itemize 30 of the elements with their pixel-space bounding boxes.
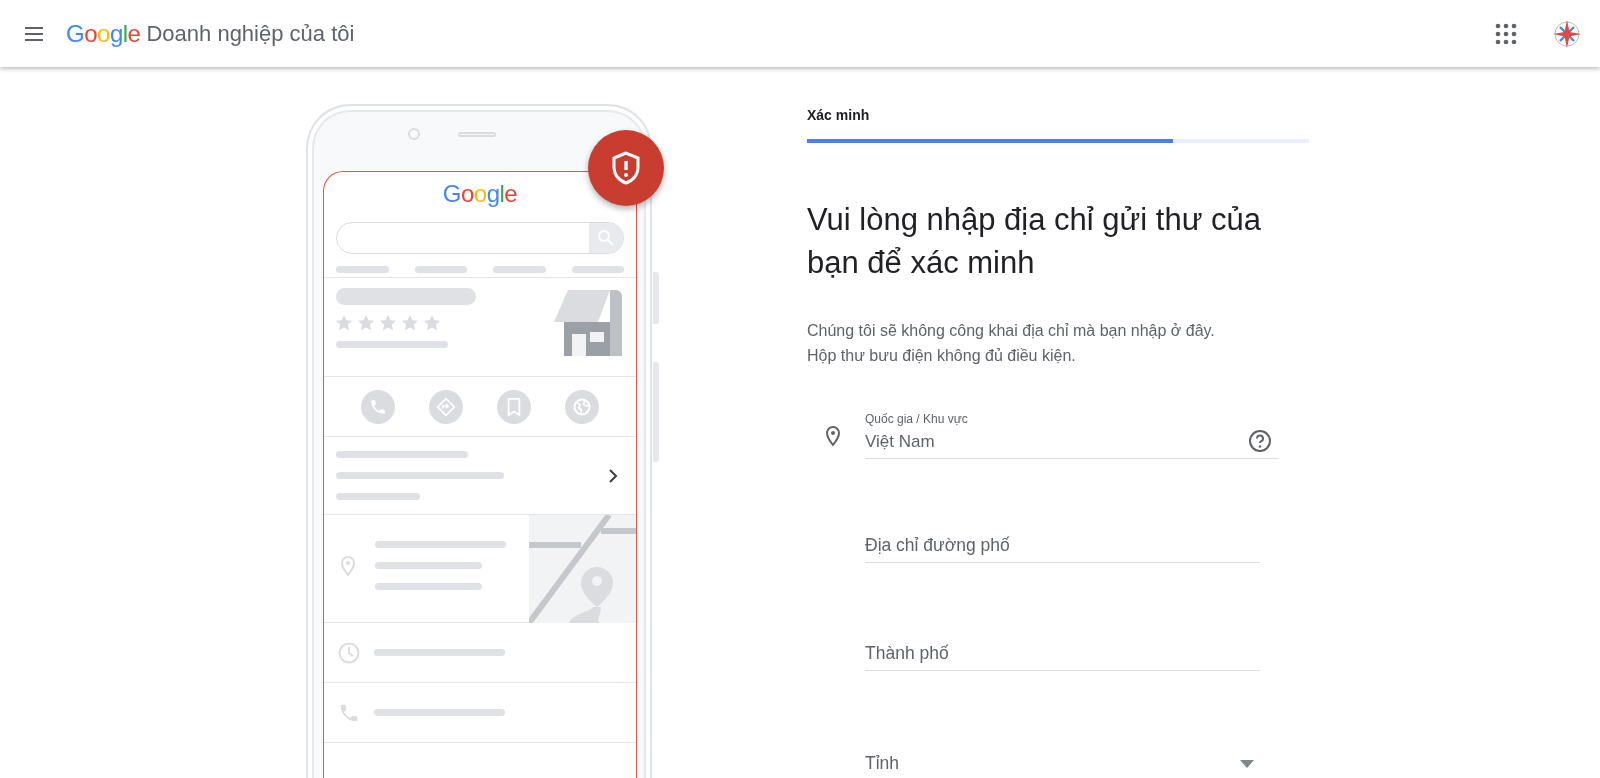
location-pin-icon <box>339 555 357 579</box>
location-pin-icon <box>823 425 843 449</box>
camera-drawing <box>408 128 420 140</box>
clock-icon <box>338 641 360 664</box>
chevron-right-icon <box>608 469 618 483</box>
phone-icon <box>361 389 395 424</box>
globe-icon <box>565 389 599 424</box>
help-icon[interactable] <box>1248 429 1272 453</box>
placeholder-bar <box>414 266 467 273</box>
apps-grid-icon[interactable] <box>1494 21 1518 46</box>
page-heading: Vui lòng nhập địa chỉ gửi thư của bạn để xác minh <box>807 201 1262 282</box>
country-select-field[interactable]: Quốc gia / Khu vực Việt Nam <box>865 412 1278 459</box>
product-name: Doanh nghiệp của tôi <box>146 20 355 47</box>
google-logo: Google <box>442 180 518 207</box>
speaker-drawing <box>458 132 496 137</box>
description-text: Chúng tôi sẽ không công khai địa chỉ mà bạn nhập ở đây. <box>807 321 1216 341</box>
dropdown-arrow-icon[interactable] <box>1240 760 1254 768</box>
placeholder-bar <box>493 266 546 273</box>
google-logo: Google <box>66 19 141 48</box>
bookmark-icon <box>497 389 531 424</box>
placeholder-bar <box>571 266 624 273</box>
stars-icon <box>336 315 440 331</box>
text-input-field[interactable]: Thành phố <box>865 643 1260 671</box>
directions-icon <box>429 389 463 424</box>
dropdown-field[interactable]: Tỉnh <box>865 753 1260 778</box>
description-text: Hộp thư bưu điện không đủ điều kiện. <box>807 346 1077 366</box>
step-label: Xác minh <box>807 107 871 123</box>
placeholder-bar <box>336 266 389 273</box>
store-icon <box>554 290 622 356</box>
text-input-field[interactable]: Địa chỉ đường phố <box>865 535 1260 563</box>
